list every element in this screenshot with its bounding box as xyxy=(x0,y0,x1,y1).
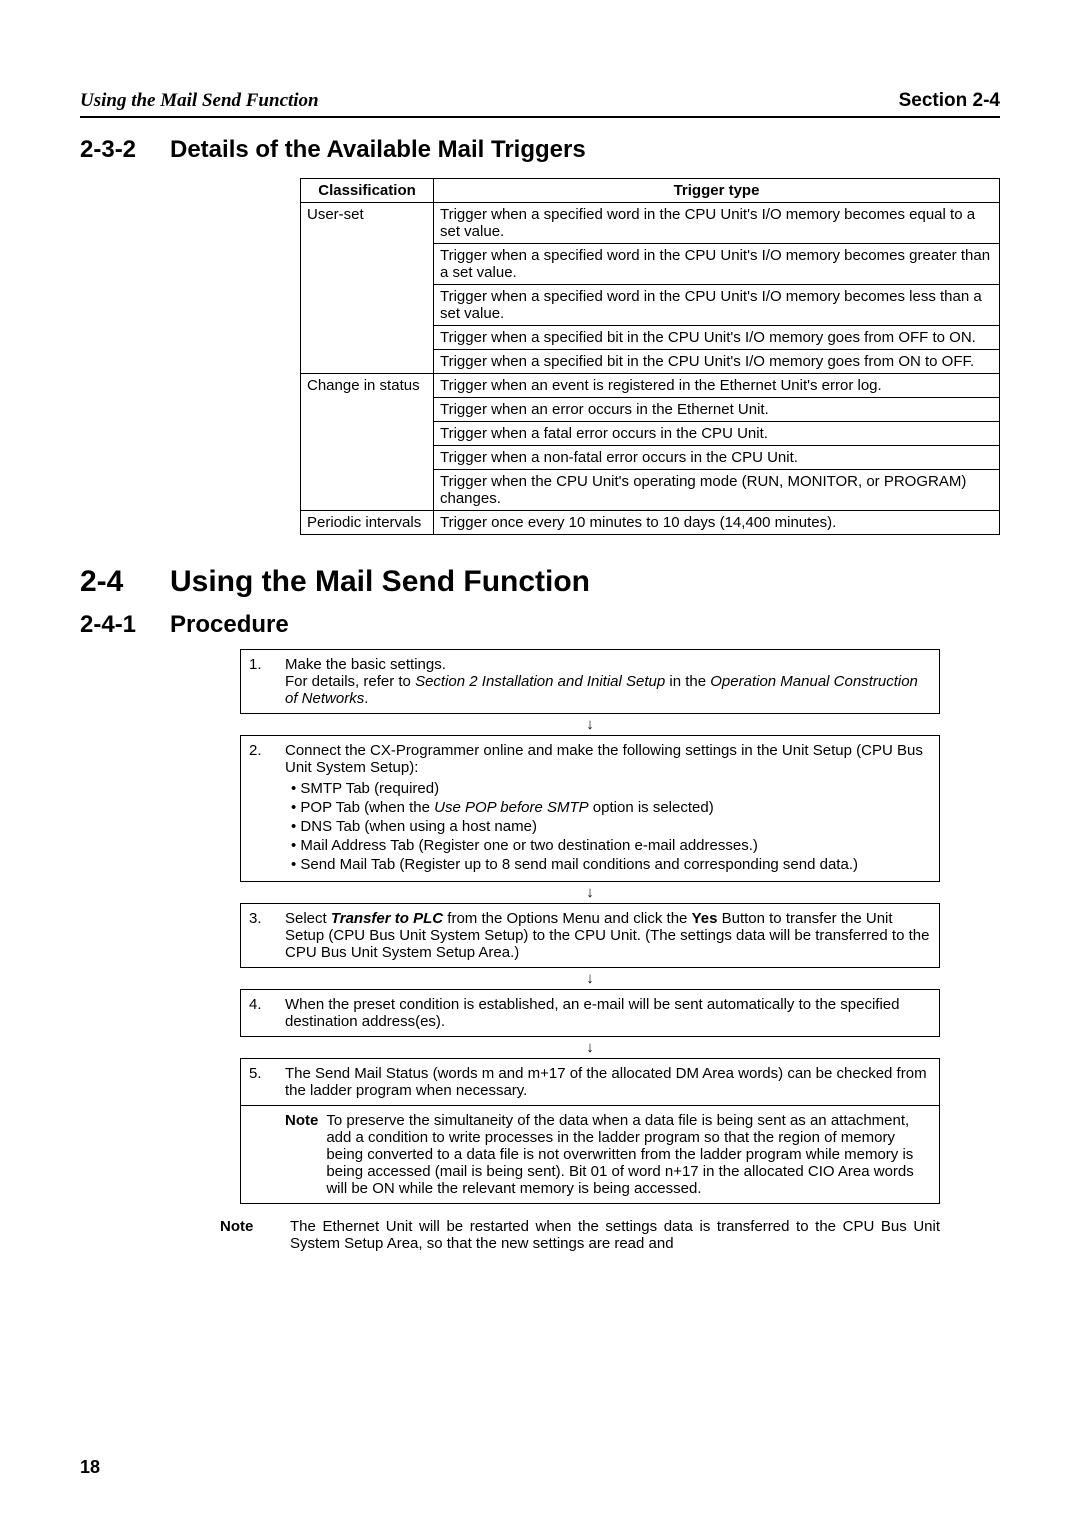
table-row: Periodic intervals Trigger once every 10… xyxy=(301,511,1000,535)
cell-classification: Change in status xyxy=(301,374,434,511)
cell-trigger: Trigger when a specified bit in the CPU … xyxy=(434,326,1000,350)
arrow-down-icon: ↓ xyxy=(240,884,940,901)
heading-text: Details of the Available Mail Triggers xyxy=(170,136,586,163)
cell-trigger: Trigger when a specified word in the CPU… xyxy=(434,285,1000,326)
header-section: Section 2-4 xyxy=(899,90,1000,112)
spacer xyxy=(249,1112,285,1197)
note-text: To preserve the simultaneity of the data… xyxy=(326,1112,931,1197)
list-item: POP Tab (when the Use POP before SMTP op… xyxy=(301,799,931,816)
cell-classification: User-set xyxy=(301,203,434,374)
cell-trigger: Trigger when a specified word in the CPU… xyxy=(434,244,1000,285)
heading-number: 2-3-2 xyxy=(80,136,170,164)
text: from the Options Menu and click the xyxy=(443,910,691,927)
step-number: 1. xyxy=(249,656,285,707)
cell-trigger: Trigger when the CPU Unit's operating mo… xyxy=(434,470,1000,511)
table-row: Change in status Trigger when an event i… xyxy=(301,374,1000,398)
th-trigger-type: Trigger type xyxy=(434,179,1000,203)
footer-note: Note The Ethernet Unit will be restarted… xyxy=(220,1218,940,1252)
procedure-step: 3. Select Transfer to PLC from the Optio… xyxy=(240,903,940,968)
list-item: DNS Tab (when using a host name) xyxy=(301,818,931,835)
procedure-step: 4. When the preset condition is establis… xyxy=(240,989,940,1037)
heading-2-3-2: 2-3-2Details of the Available Mail Trigg… xyxy=(80,136,1000,164)
text: For details, refer to xyxy=(285,673,415,690)
cell-trigger: Trigger when an error occurs in the Ethe… xyxy=(434,398,1000,422)
list-item: Mail Address Tab (Register one or two de… xyxy=(301,837,931,854)
step-number: 2. xyxy=(249,742,285,875)
step-body: The Send Mail Status (words m and m+17 o… xyxy=(285,1065,931,1099)
step-body: Connect the CX-Programmer online and mak… xyxy=(285,742,931,875)
cell-classification: Periodic intervals xyxy=(301,511,434,535)
procedure-list: 1. Make the basic settings. For details,… xyxy=(240,649,940,1204)
note-label: Note xyxy=(220,1218,290,1252)
table-row: User-set Trigger when a specified word i… xyxy=(301,203,1000,244)
step-number: 3. xyxy=(249,910,285,961)
procedure-step: 5. The Send Mail Status (words m and m+1… xyxy=(240,1058,940,1204)
header-title: Using the Mail Send Function xyxy=(80,90,319,112)
cell-trigger: Trigger when a specified bit in the CPU … xyxy=(434,350,1000,374)
cell-trigger: Trigger when a specified word in the CPU… xyxy=(434,203,1000,244)
text: option is selected) xyxy=(589,799,714,816)
cell-trigger: Trigger when a fatal error occurs in the… xyxy=(434,422,1000,446)
heading-text: Procedure xyxy=(170,611,289,638)
table-header-row: Classification Trigger type xyxy=(301,179,1000,203)
note-text: The Ethernet Unit will be restarted when… xyxy=(290,1218,940,1252)
page-header: Using the Mail Send Function Section 2-4 xyxy=(80,90,1000,118)
text: . xyxy=(364,690,368,707)
th-classification: Classification xyxy=(301,179,434,203)
document-page: Using the Mail Send Function Section 2-4… xyxy=(0,0,1080,1528)
text-bold-italic: Transfer to PLC xyxy=(331,910,443,927)
step-body: Select Transfer to PLC from the Options … xyxy=(285,910,931,961)
text: Make the basic settings. xyxy=(285,656,446,673)
arrow-down-icon: ↓ xyxy=(240,1039,940,1056)
text: POP Tab (when the xyxy=(300,799,434,816)
heading-number: 2-4-1 xyxy=(80,611,170,639)
heading-2-4: 2-4Using the Mail Send Function xyxy=(80,565,1000,599)
arrow-down-icon: ↓ xyxy=(240,716,940,733)
step-number: 5. xyxy=(249,1065,285,1099)
arrow-down-icon: ↓ xyxy=(240,970,940,987)
page-number: 18 xyxy=(80,1457,100,1478)
heading-2-4-1: 2-4-1Procedure xyxy=(80,611,1000,639)
bullet-list: SMTP Tab (required) POP Tab (when the Us… xyxy=(285,780,931,873)
note-label: Note xyxy=(285,1112,318,1197)
divider xyxy=(241,1105,939,1106)
cell-trigger: Trigger when a non-fatal error occurs in… xyxy=(434,446,1000,470)
procedure-step: 2. Connect the CX-Programmer online and … xyxy=(240,735,940,882)
cell-trigger: Trigger once every 10 minutes to 10 days… xyxy=(434,511,1000,535)
text-italic: Use POP before SMTP xyxy=(434,799,589,816)
text: Select xyxy=(285,910,331,927)
trigger-table: Classification Trigger type User-set Tri… xyxy=(300,178,1000,535)
step-number: 4. xyxy=(249,996,285,1030)
text: in the xyxy=(665,673,710,690)
text-bold: Yes xyxy=(692,910,718,927)
cell-trigger: Trigger when an event is registered in t… xyxy=(434,374,1000,398)
text-italic: Section 2 Installation and Initial Setup xyxy=(415,673,665,690)
step-body: When the preset condition is established… xyxy=(285,996,931,1030)
step-body: Make the basic settings. For details, re… xyxy=(285,656,931,707)
heading-number: 2-4 xyxy=(80,565,170,599)
heading-text: Using the Mail Send Function xyxy=(170,565,590,598)
procedure-step: 1. Make the basic settings. For details,… xyxy=(240,649,940,714)
text: Connect the CX-Programmer online and mak… xyxy=(285,742,923,776)
list-item: SMTP Tab (required) xyxy=(301,780,931,797)
inline-note: Note To preserve the simultaneity of the… xyxy=(285,1112,931,1197)
list-item: Send Mail Tab (Register up to 8 send mai… xyxy=(301,856,931,873)
